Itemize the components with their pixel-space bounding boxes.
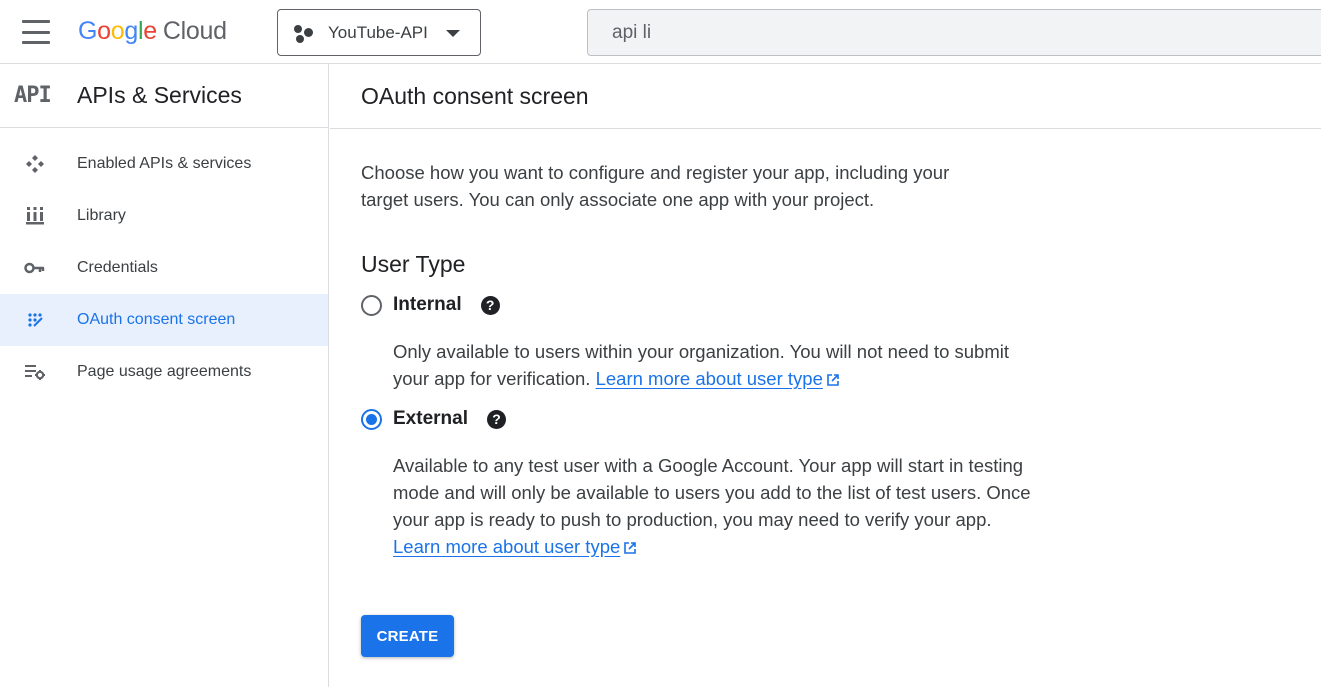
sidebar-title: APIs & Services [77, 82, 242, 108]
logo-letter: o [110, 17, 125, 45]
sidebar-item-label: Library [77, 207, 126, 224]
sidebar-item-label: Enabled APIs & services [77, 155, 252, 172]
internal-description: Only available to users within your orga… [393, 338, 1033, 392]
sidebar-item-page-usage[interactable]: Page usage agreements [0, 346, 328, 398]
sidebar-item-credentials[interactable]: Credentials [0, 242, 328, 294]
sidebar-nav: Enabled APIs & services Library Credenti… [0, 128, 328, 398]
content-area: Choose how you want to configure and reg… [330, 159, 1321, 560]
user-type-heading: User Type [361, 251, 466, 277]
main-content: OAuth consent screen Choose how you want… [330, 64, 1321, 687]
settings-list-icon [0, 363, 77, 381]
page-title: OAuth consent screen [330, 64, 1321, 129]
logo-letter: e [143, 17, 157, 45]
logo-letter: G [78, 17, 98, 45]
search-input[interactable] [610, 20, 1321, 45]
enabled-apis-icon [0, 153, 77, 175]
project-name: YouTube-API [328, 22, 428, 42]
logo-letter: o [97, 17, 111, 45]
internal-radio[interactable] [361, 294, 382, 316]
key-icon [0, 261, 77, 275]
dropdown-caret-icon [446, 30, 460, 37]
help-icon[interactable]: ? [480, 295, 500, 315]
internal-label: Internal [393, 294, 462, 315]
project-icon [294, 23, 314, 43]
external-description: Available to any test user with a Google… [393, 452, 1033, 560]
project-picker[interactable]: YouTube-API [277, 9, 481, 56]
external-link-icon [827, 374, 839, 386]
menu-icon[interactable] [22, 20, 50, 44]
sidebar-item-label: OAuth consent screen [77, 311, 236, 328]
option-internal: Internal ? Only available to users withi… [361, 290, 1321, 392]
external-description-text: Available to any test user with a Google… [393, 455, 1031, 530]
sidebar-header: API APIs & Services [0, 64, 328, 128]
api-badge-icon: API [14, 83, 52, 108]
option-external: External ? Available to any test user wi… [361, 404, 1321, 560]
sidebar-item-enabled-apis[interactable]: Enabled APIs & services [0, 138, 328, 190]
library-icon [0, 206, 77, 226]
external-radio[interactable] [361, 408, 382, 430]
help-icon[interactable]: ? [486, 409, 506, 429]
learn-more-link[interactable]: Learn more about user type [393, 536, 620, 557]
sidebar: API APIs & Services Enabled APIs & servi… [0, 64, 329, 687]
option-internal-row[interactable]: Internal ? [361, 290, 1321, 320]
learn-more-link[interactable]: Learn more about user type [596, 368, 823, 389]
option-external-row[interactable]: External ? [361, 404, 1321, 434]
sidebar-item-library[interactable]: Library [0, 190, 328, 242]
sidebar-item-label: Page usage agreements [77, 363, 252, 380]
sidebar-item-oauth-consent[interactable]: OAuth consent screen [0, 294, 328, 346]
external-link-icon [624, 542, 637, 554]
oauth-icon [0, 311, 77, 329]
sidebar-item-label: Credentials [77, 259, 158, 276]
logo-letter: g [124, 17, 138, 45]
google-cloud-logo[interactable]: Google Cloud [78, 17, 227, 49]
search-bar[interactable] [587, 9, 1321, 56]
top-bar: Google Cloud YouTube-API [0, 0, 1321, 64]
intro-text: Choose how you want to configure and reg… [361, 162, 950, 210]
external-label: External [393, 408, 468, 429]
create-button[interactable]: CREATE [361, 615, 454, 657]
logo-product: Cloud [162, 17, 227, 45]
